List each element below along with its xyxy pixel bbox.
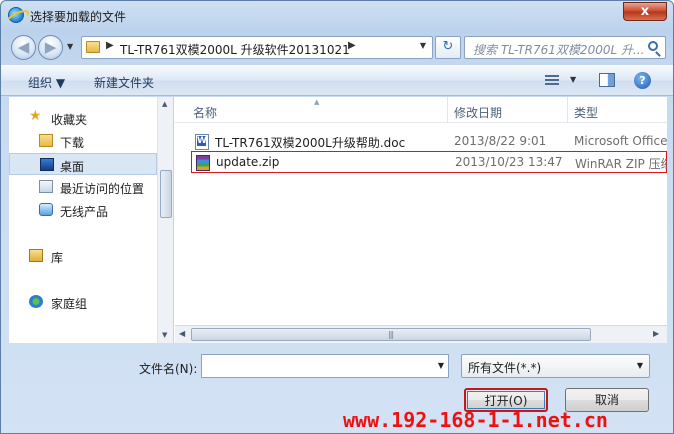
wireless-products-icon [39, 203, 53, 216]
sidebar-item-libraries[interactable]: 库 [9, 245, 157, 267]
sidebar-item-label: 家庭组 [51, 297, 88, 311]
sidebar-item-label: 无线产品 [60, 205, 109, 219]
sidebar-item-label: 桌面 [60, 160, 85, 174]
search-placeholder: 搜索 TL-TR761双模2000L 升... [473, 43, 645, 57]
scrollbar-thumb[interactable]: ||| [191, 328, 591, 341]
file-row[interactable]: TL-TR761双模2000L升级帮助.doc 2013/8/22 9:01 M… [191, 131, 667, 153]
column-divider[interactable] [447, 97, 448, 123]
word-doc-icon [195, 134, 209, 150]
forward-button[interactable]: ▶ [38, 35, 63, 60]
scroll-left-icon[interactable]: ◀ [179, 329, 185, 338]
breadcrumb-separator-icon[interactable]: ▶ [106, 40, 114, 51]
navigation-pane: ★ 收藏夹 下载 桌面 最近访问的位置 无线产品 库 家庭组 [9, 97, 157, 343]
filename-field[interactable]: ▼ [201, 354, 449, 378]
file-dialog-window: 选择要加载的文件 x ◀ ▶ ▼ ▶ TL-TR761双模2000L 升级软件2… [0, 0, 674, 434]
sidebar-item-recent-places[interactable]: 最近访问的位置 [9, 176, 157, 198]
preview-pane-icon[interactable] [599, 73, 615, 87]
column-header: ▲ 名称 修改日期 类型 [175, 97, 667, 123]
watermark-text: www.192-168-1-1.net.cn [343, 408, 608, 432]
chevron-down-icon[interactable]: ▼ [637, 361, 643, 370]
filetype-select[interactable]: 所有文件(*.*) ▼ [461, 354, 650, 378]
view-options-dropdown-icon[interactable]: ▼ [570, 75, 576, 84]
title-bar[interactable]: 选择要加载的文件 x [1, 1, 673, 31]
scroll-up-icon[interactable]: ▲ [162, 100, 167, 108]
grip-icon: ||| [388, 330, 394, 339]
search-input[interactable]: 搜索 TL-TR761双模2000L 升... [464, 36, 666, 59]
organize-button[interactable]: 组织 ▼ [28, 74, 65, 91]
sort-ascending-icon: ▲ [314, 98, 320, 106]
navigation-scrollbar[interactable]: ▲ ▼ [157, 97, 174, 343]
navigation-bar: ◀ ▶ ▼ ▶ TL-TR761双模2000L 升级软件20131021 ▶ ▼… [1, 31, 673, 65]
window-title: 选择要加载的文件 [30, 10, 127, 24]
recent-places-icon [39, 180, 53, 193]
sidebar-item-label: 收藏夹 [51, 113, 88, 127]
libraries-icon [29, 249, 43, 262]
file-type: WinRAR ZIP 压缩 [575, 157, 667, 171]
folder-icon [86, 41, 100, 53]
filename-history-dropdown-icon[interactable]: ▼ [438, 361, 444, 370]
scroll-right-icon[interactable]: ▶ [653, 329, 659, 338]
back-button[interactable]: ◀ [11, 35, 36, 60]
refresh-button[interactable]: ↻ [435, 36, 461, 59]
filename-label: 文件名(N): [139, 362, 198, 376]
address-path[interactable]: TL-TR761双模2000L 升级软件20131021 [120, 41, 350, 58]
file-type: Microsoft Office [574, 134, 667, 148]
new-folder-button[interactable]: 新建文件夹 [94, 74, 154, 91]
command-toolbar: 组织 ▼ 新建文件夹 ▼ ? [1, 65, 673, 96]
dialog-footer: 文件名(N): ▼ 所有文件(*.*) ▼ 打开(O) 取消 www.192-1… [1, 344, 673, 433]
address-dropdown-icon[interactable]: ▼ [420, 41, 426, 50]
address-bar[interactable]: ▶ TL-TR761双模2000L 升级软件20131021 ▶ ▼ [81, 36, 433, 59]
file-row[interactable]: update.zip 2013/10/23 13:47 WinRAR ZIP 压… [191, 151, 667, 173]
file-list: ▲ 名称 修改日期 类型 TL-TR761双模2000L升级帮助.doc 201… [175, 97, 667, 343]
homegroup-icon [29, 295, 43, 308]
column-type-header[interactable]: 类型 [574, 104, 598, 121]
column-divider[interactable] [567, 97, 568, 123]
star-icon: ★ [29, 108, 42, 124]
sidebar-item-label: 最近访问的位置 [60, 182, 145, 196]
filetype-value: 所有文件(*.*) [468, 361, 542, 375]
scroll-down-icon[interactable]: ▼ [162, 331, 167, 339]
winrar-zip-icon [196, 155, 210, 171]
file-name: update.zip [216, 155, 280, 169]
column-name-header[interactable]: 名称 [193, 104, 217, 121]
sidebar-item-favorites[interactable]: ★ 收藏夹 [9, 107, 157, 129]
scrollbar-thumb[interactable] [160, 170, 172, 218]
download-folder-icon [39, 134, 53, 147]
desktop-icon [40, 158, 54, 171]
browser-content: ★ 收藏夹 下载 桌面 最近访问的位置 无线产品 库 家庭组 ▲ ▼ ▲ 名称 … [9, 97, 667, 343]
sidebar-item-label: 库 [51, 251, 64, 265]
sidebar-item-desktop[interactable]: 桌面 [9, 153, 157, 175]
ie-logo-icon [8, 7, 24, 23]
column-date-header[interactable]: 修改日期 [454, 104, 502, 121]
recent-locations-dropdown-icon[interactable]: ▼ [67, 42, 73, 51]
sidebar-item-label: 下载 [60, 136, 85, 150]
close-button[interactable]: x [623, 2, 667, 21]
file-name: TL-TR761双模2000L升级帮助.doc [215, 136, 406, 150]
sidebar-item-wireless-products[interactable]: 无线产品 [9, 199, 157, 221]
search-icon[interactable] [648, 41, 658, 51]
horizontal-scrollbar[interactable]: ◀ ||| ▶ [175, 325, 667, 343]
file-date: 2013/10/23 13:47 [455, 155, 563, 169]
breadcrumb-separator-icon[interactable]: ▶ [348, 40, 356, 51]
file-date: 2013/8/22 9:01 [454, 134, 547, 148]
sidebar-item-homegroup[interactable]: 家庭组 [9, 291, 157, 313]
sidebar-item-downloads[interactable]: 下载 [9, 130, 157, 152]
help-icon[interactable]: ? [634, 72, 651, 89]
change-view-icon[interactable] [545, 74, 559, 86]
